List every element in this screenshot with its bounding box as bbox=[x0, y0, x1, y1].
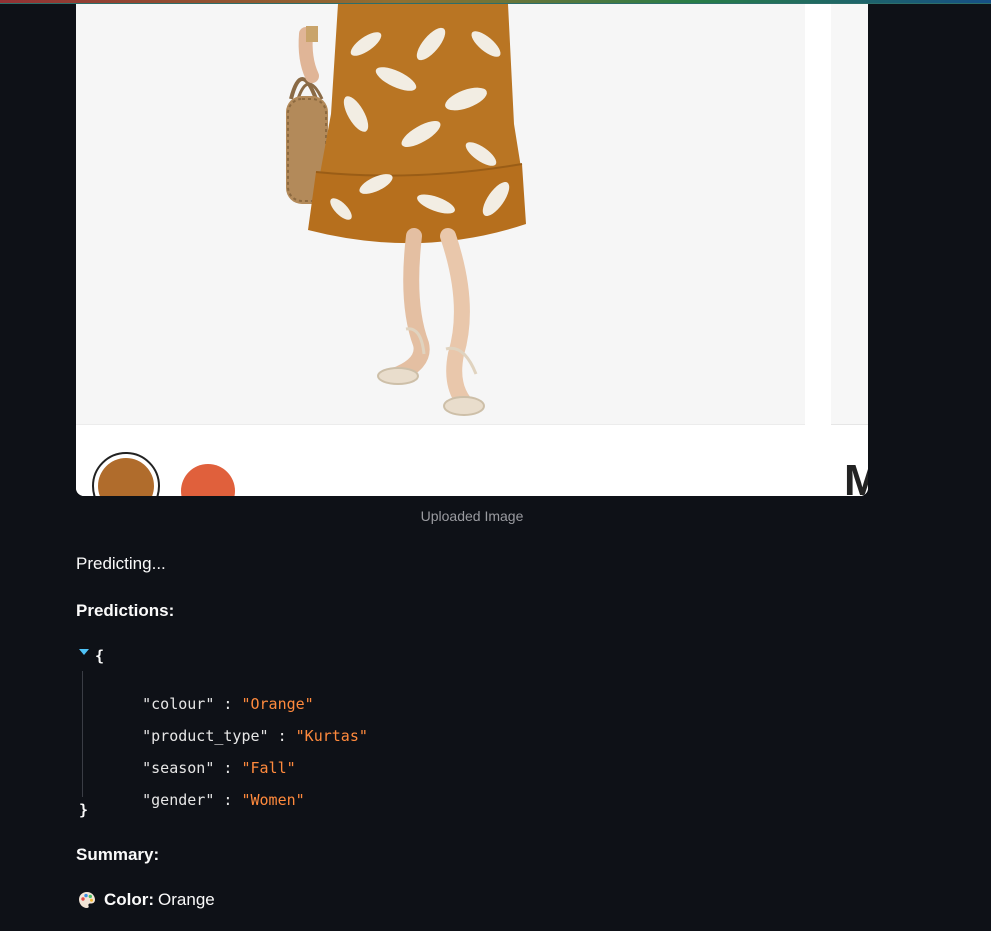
json-close-brace: } bbox=[79, 801, 89, 819]
dress-photo-illustration bbox=[76, 4, 805, 424]
summary-heading: Summary: bbox=[76, 845, 160, 864]
json-entry: "gender" : "Women" bbox=[106, 773, 305, 827]
predictions-json-viewer: { "colour" : "Orange" "product_type" : "… bbox=[76, 645, 476, 825]
uploaded-image: M bbox=[76, 4, 868, 496]
json-value: "Women" bbox=[241, 791, 305, 809]
summary-color-value: Orange bbox=[158, 890, 215, 909]
json-separator: : bbox=[214, 791, 242, 809]
palette-icon bbox=[78, 891, 96, 909]
json-open-brace: { bbox=[95, 647, 105, 665]
json-value: "Kurtas" bbox=[295, 727, 368, 745]
collapse-toggle-icon[interactable] bbox=[79, 649, 89, 655]
json-key: "gender" bbox=[142, 791, 215, 809]
json-indent-guide bbox=[82, 671, 83, 797]
adjacent-image-letter: M bbox=[844, 456, 868, 496]
summary-color-label: Color: bbox=[104, 890, 155, 909]
adjacent-image-panel bbox=[831, 4, 868, 496]
predictions-heading: Predictions: bbox=[76, 601, 175, 620]
image-gap bbox=[805, 4, 831, 496]
summary-color-item: Color: Orange bbox=[76, 890, 215, 910]
product-photo bbox=[76, 4, 805, 424]
predicting-status: Predicting... bbox=[76, 554, 166, 573]
image-caption: Uploaded Image bbox=[420, 508, 524, 524]
